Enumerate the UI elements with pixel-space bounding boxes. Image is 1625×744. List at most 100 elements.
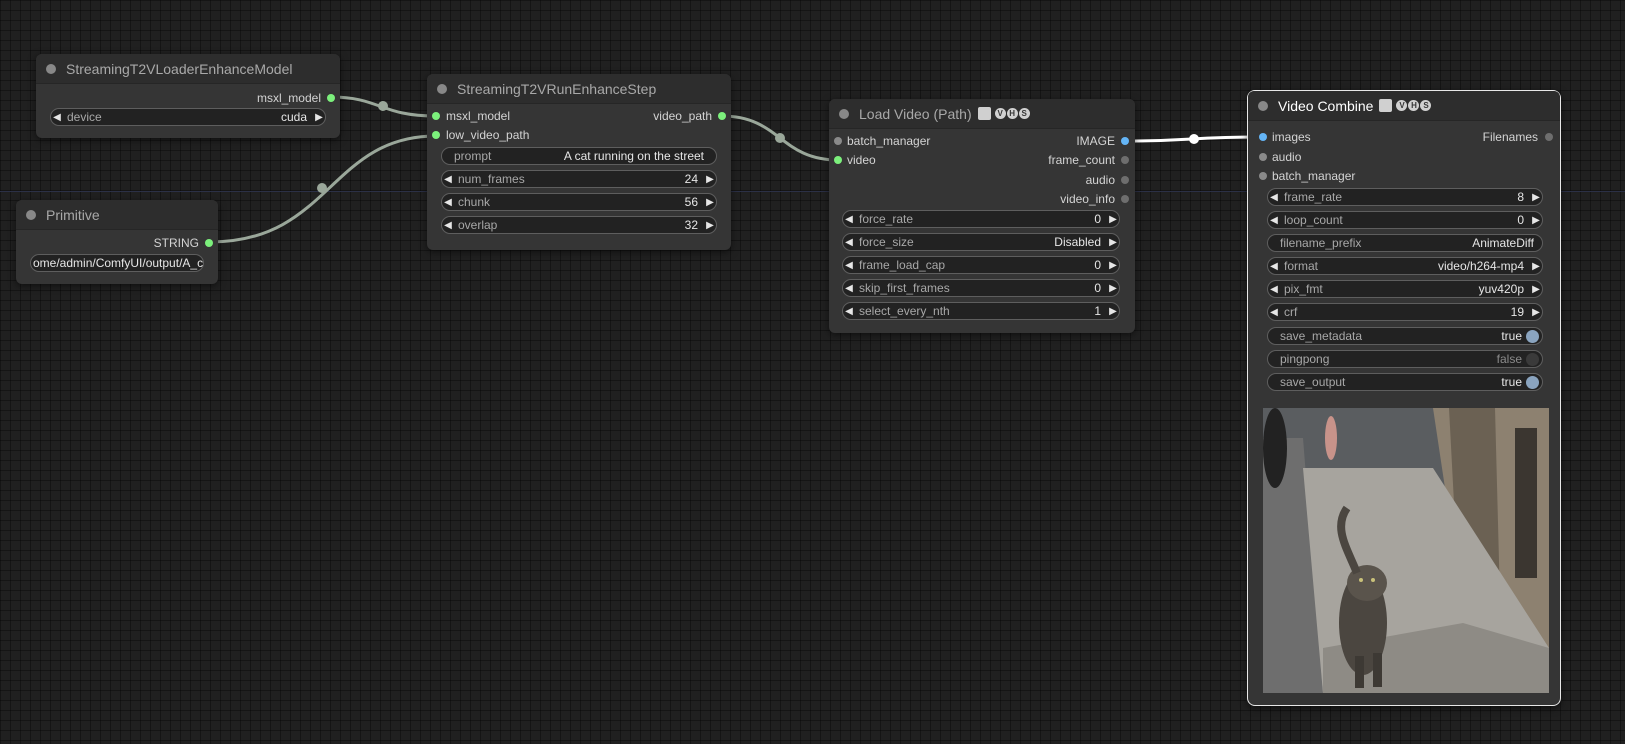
output-video-info[interactable]: video_info <box>1060 192 1115 206</box>
node-run-enhance-step[interactable]: StreamingT2VRunEnhanceStep msxl_model lo… <box>427 74 731 250</box>
increment-arrow-icon[interactable]: ▶ <box>1107 283 1119 294</box>
decrement-arrow-icon[interactable]: ◀ <box>51 112 63 123</box>
select-every-nth-stepper[interactable]: ◀ select_every_nth 1 ▶ <box>842 302 1120 320</box>
decrement-arrow-icon[interactable]: ◀ <box>843 214 855 225</box>
decrement-arrow-icon[interactable]: ◀ <box>442 220 454 231</box>
output-audio[interactable]: audio <box>1086 173 1115 187</box>
video-preview[interactable] <box>1263 408 1549 693</box>
num-frames-stepper[interactable]: ◀ num_frames 24 ▶ <box>441 170 717 188</box>
decrement-arrow-icon[interactable]: ◀ <box>1268 261 1280 272</box>
node-loader-header[interactable]: StreamingT2VLoaderEnhanceModel <box>36 54 340 84</box>
output-video-info-dot[interactable] <box>1121 195 1129 203</box>
output-video-path[interactable]: video_path <box>653 109 712 123</box>
node-loader[interactable]: StreamingT2VLoaderEnhanceModel msxl_mode… <box>36 54 340 138</box>
force-rate-stepper[interactable]: ◀ force_rate 0 ▶ <box>842 210 1120 228</box>
output-image-dot[interactable] <box>1121 137 1129 145</box>
filename-prefix-field[interactable]: filename_prefix AnimateDiff <box>1267 234 1543 252</box>
node-primitive[interactable]: Primitive STRING ome/admin/ComfyUI/outpu… <box>16 200 218 284</box>
cat-preview-image <box>1263 408 1549 693</box>
frame-rate-stepper[interactable]: ◀ frame_rate 8 ▶ <box>1267 188 1543 206</box>
output-image[interactable]: IMAGE <box>1076 134 1115 148</box>
increment-arrow-icon[interactable]: ▶ <box>1530 284 1542 295</box>
toggle-off-icon[interactable] <box>1526 352 1539 366</box>
increment-arrow-icon[interactable]: ▶ <box>1530 307 1542 318</box>
force-size-combo[interactable]: ◀ force_size Disabled ▶ <box>842 233 1120 251</box>
input-audio[interactable]: audio <box>1272 150 1301 164</box>
input-video-dot[interactable] <box>834 156 842 164</box>
input-video[interactable]: video <box>847 153 876 167</box>
increment-arrow-icon[interactable]: ▶ <box>1530 261 1542 272</box>
device-combo[interactable]: ◀ device cuda ▶ <box>50 108 326 126</box>
increment-arrow-icon[interactable]: ▶ <box>1530 192 1542 203</box>
output-frame-count[interactable]: frame_count <box>1048 153 1115 167</box>
node-load-video-header[interactable]: Load Video (Path) VHS <box>829 99 1135 129</box>
collapse-dot-icon[interactable] <box>26 209 36 220</box>
increment-arrow-icon[interactable]: ▶ <box>1107 214 1119 225</box>
decrement-arrow-icon[interactable]: ◀ <box>1268 284 1280 295</box>
pingpong-toggle[interactable]: pingpong false <box>1267 350 1543 368</box>
node-video-combine[interactable]: Video Combine VHS images audio batch_man… <box>1247 90 1561 706</box>
toggle-on-icon[interactable] <box>1526 329 1539 343</box>
input-audio-dot[interactable] <box>1259 153 1267 161</box>
frame-load-cap-stepper[interactable]: ◀ frame_load_cap 0 ▶ <box>842 256 1120 274</box>
crf-stepper[interactable]: ◀ crf 19 ▶ <box>1267 303 1543 321</box>
output-msxl-model-dot[interactable] <box>327 94 335 102</box>
decrement-arrow-icon[interactable]: ◀ <box>1268 307 1280 318</box>
increment-arrow-icon[interactable]: ▶ <box>313 112 325 123</box>
node-video-combine-header[interactable]: Video Combine VHS <box>1248 91 1560 121</box>
output-filenames-dot[interactable] <box>1545 133 1553 141</box>
input-batch-manager[interactable]: batch_manager <box>847 134 930 148</box>
input-batch-manager-dot[interactable] <box>834 137 842 145</box>
collapse-dot-icon[interactable] <box>437 83 447 94</box>
collapse-dot-icon[interactable] <box>839 108 849 119</box>
input-batch-manager-dot[interactable] <box>1259 172 1267 180</box>
input-msxl-model-dot[interactable] <box>432 112 440 120</box>
format-combo[interactable]: ◀ format video/h264-mp4 ▶ <box>1267 257 1543 275</box>
decrement-arrow-icon[interactable]: ◀ <box>843 260 855 271</box>
chunk-stepper[interactable]: ◀ chunk 56 ▶ <box>441 193 717 211</box>
decrement-arrow-icon[interactable]: ◀ <box>843 283 855 294</box>
decrement-arrow-icon[interactable]: ◀ <box>442 197 454 208</box>
node-load-video[interactable]: Load Video (Path) VHS batch_manager vide… <box>829 99 1135 333</box>
decrement-arrow-icon[interactable]: ◀ <box>1268 192 1280 203</box>
increment-arrow-icon[interactable]: ▶ <box>1530 215 1542 226</box>
output-video-path-dot[interactable] <box>718 112 726 120</box>
output-filenames[interactable]: Filenames <box>1483 130 1538 144</box>
output-msxl-model[interactable]: msxl_model <box>257 91 321 105</box>
toggle-on-icon[interactable] <box>1526 375 1539 389</box>
loop-count-stepper[interactable]: ◀ loop_count 0 ▶ <box>1267 211 1543 229</box>
decrement-arrow-icon[interactable]: ◀ <box>843 237 855 248</box>
decrement-arrow-icon[interactable]: ◀ <box>843 306 855 317</box>
output-string[interactable]: STRING <box>154 236 199 250</box>
input-low-video-path[interactable]: low_video_path <box>446 128 529 142</box>
input-batch-manager[interactable]: batch_manager <box>1272 169 1355 183</box>
select-every-nth-label: select_every_nth <box>859 304 950 318</box>
skip-first-frames-stepper[interactable]: ◀ skip_first_frames 0 ▶ <box>842 279 1120 297</box>
input-msxl-model[interactable]: msxl_model <box>446 109 510 123</box>
increment-arrow-icon[interactable]: ▶ <box>704 220 716 231</box>
pix-fmt-combo[interactable]: ◀ pix_fmt yuv420p ▶ <box>1267 280 1543 298</box>
format-label: format <box>1284 259 1319 273</box>
collapse-dot-icon[interactable] <box>1258 100 1268 111</box>
increment-arrow-icon[interactable]: ▶ <box>1107 306 1119 317</box>
increment-arrow-icon[interactable]: ▶ <box>1107 260 1119 271</box>
save-output-toggle[interactable]: save_output true <box>1267 373 1543 391</box>
overlap-stepper[interactable]: ◀ overlap 32 ▶ <box>441 216 717 234</box>
collapse-dot-icon[interactable] <box>46 63 56 74</box>
input-images-dot[interactable] <box>1259 133 1267 141</box>
input-low-video-path-dot[interactable] <box>432 131 440 139</box>
decrement-arrow-icon[interactable]: ◀ <box>442 174 454 185</box>
node-primitive-header[interactable]: Primitive <box>16 200 218 230</box>
save-metadata-toggle[interactable]: save_metadata true <box>1267 327 1543 345</box>
primitive-value-field[interactable]: ome/admin/ComfyUI/output/A_c <box>30 254 204 272</box>
node-run-header[interactable]: StreamingT2VRunEnhanceStep <box>427 74 731 104</box>
output-string-dot[interactable] <box>205 239 213 247</box>
output-audio-dot[interactable] <box>1121 176 1129 184</box>
increment-arrow-icon[interactable]: ▶ <box>1107 237 1119 248</box>
output-frame-count-dot[interactable] <box>1121 156 1129 164</box>
increment-arrow-icon[interactable]: ▶ <box>704 197 716 208</box>
decrement-arrow-icon[interactable]: ◀ <box>1268 215 1280 226</box>
increment-arrow-icon[interactable]: ▶ <box>704 174 716 185</box>
prompt-field[interactable]: prompt A cat running on the street <box>441 147 717 165</box>
input-images[interactable]: images <box>1272 130 1311 144</box>
